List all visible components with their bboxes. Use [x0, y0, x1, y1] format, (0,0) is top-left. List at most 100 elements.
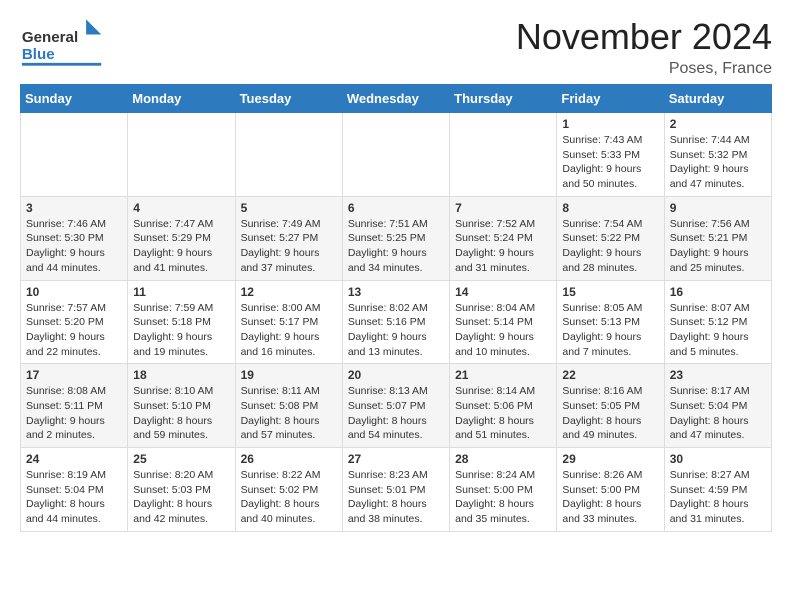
- day-number: 7: [455, 201, 551, 215]
- day-info: Sunrise: 7:44 AM Sunset: 5:32 PM Dayligh…: [670, 133, 766, 192]
- day-info: Sunrise: 8:27 AM Sunset: 4:59 PM Dayligh…: [670, 468, 766, 527]
- day-info: Sunrise: 8:23 AM Sunset: 5:01 PM Dayligh…: [348, 468, 444, 527]
- day-info: Sunrise: 7:57 AM Sunset: 5:20 PM Dayligh…: [26, 301, 122, 360]
- table-row: [128, 113, 235, 197]
- table-row: 8 Sunrise: 7:54 AM Sunset: 5:22 PM Daylig…: [557, 196, 664, 280]
- table-row: [450, 113, 557, 197]
- day-number: 16: [670, 285, 766, 299]
- day-number: 17: [26, 368, 122, 382]
- header-sunday: Sunday: [21, 85, 128, 113]
- table-row: 18Sunrise: 8:10 AM Sunset: 5:10 PM Dayli…: [128, 364, 235, 448]
- table-row: 24 Sunrise: 8:19 AM Sunset: 5:04 PM Dayli…: [21, 448, 128, 532]
- day-number: 23: [670, 368, 766, 382]
- day-number: 26: [241, 452, 337, 466]
- day-info: Sunrise: 8:13 AM Sunset: 5:07 PM Dayligh…: [348, 384, 444, 443]
- day-info: Sunrise: 8:20 AM Sunset: 5:03 PM Dayligh…: [133, 468, 229, 527]
- day-number: 25: [133, 452, 229, 466]
- day-info: Sunrise: 8:11 AM Sunset: 5:08 PM Dayligh…: [241, 384, 337, 443]
- table-row: 23 Sunrise: 8:17 AM Sunset: 5:04 PM Dayli…: [664, 364, 771, 448]
- calendar-header-row: Sunday Monday Tuesday Wednesday Thursday…: [21, 85, 772, 113]
- day-info: Sunrise: 8:05 AM Sunset: 5:13 PM Dayligh…: [562, 301, 658, 360]
- table-row: 22 Sunrise: 8:16 AM Sunset: 5:05 PM Dayli…: [557, 364, 664, 448]
- day-info: Sunrise: 7:43 AM Sunset: 5:33 PM Dayligh…: [562, 133, 658, 192]
- day-number: 13: [348, 285, 444, 299]
- day-info: Sunrise: 8:02 AM Sunset: 5:16 PM Dayligh…: [348, 301, 444, 360]
- day-number: 5: [241, 201, 337, 215]
- calendar-week-2: 10 Sunrise: 7:57 AM Sunset: 5:20 PM Dayli…: [21, 280, 772, 364]
- day-number: 18: [133, 368, 229, 382]
- day-number: 15: [562, 285, 658, 299]
- day-info: Sunrise: 8:19 AM Sunset: 5:04 PM Dayligh…: [26, 468, 122, 527]
- table-row: 15 Sunrise: 8:05 AM Sunset: 5:13 PM Dayli…: [557, 280, 664, 364]
- page: General Blue November 2024 Poses, France…: [0, 0, 792, 548]
- day-number: 20: [348, 368, 444, 382]
- day-info: Sunrise: 7:47 AM Sunset: 5:29 PM Dayligh…: [133, 217, 229, 276]
- day-info: Sunrise: 7:59 AM Sunset: 5:18 PM Dayligh…: [133, 301, 229, 360]
- day-info: Sunrise: 7:54 AM Sunset: 5:22 PM Dayligh…: [562, 217, 658, 276]
- header-monday: Monday: [128, 85, 235, 113]
- day-info: Sunrise: 8:26 AM Sunset: 5:00 PM Dayligh…: [562, 468, 658, 527]
- table-row: 1 Sunrise: 7:43 AM Sunset: 5:33 PM Daylig…: [557, 113, 664, 197]
- table-row: 12Sunrise: 8:00 AM Sunset: 5:17 PM Dayli…: [235, 280, 342, 364]
- logo-svg: General Blue: [20, 16, 105, 71]
- header-wednesday: Wednesday: [342, 85, 449, 113]
- day-info: Sunrise: 8:04 AM Sunset: 5:14 PM Dayligh…: [455, 301, 551, 360]
- title-block: November 2024 Poses, France: [516, 16, 772, 78]
- day-number: 2: [670, 117, 766, 131]
- table-row: 30Sunrise: 8:27 AM Sunset: 4:59 PM Dayli…: [664, 448, 771, 532]
- table-row: 27Sunrise: 8:23 AM Sunset: 5:01 PM Dayli…: [342, 448, 449, 532]
- day-number: 22: [562, 368, 658, 382]
- day-number: 3: [26, 201, 122, 215]
- table-row: 14 Sunrise: 8:04 AM Sunset: 5:14 PM Dayli…: [450, 280, 557, 364]
- table-row: 21Sunrise: 8:14 AM Sunset: 5:06 PM Dayli…: [450, 364, 557, 448]
- day-number: 10: [26, 285, 122, 299]
- svg-text:General: General: [22, 29, 78, 46]
- day-number: 6: [348, 201, 444, 215]
- day-info: Sunrise: 7:56 AM Sunset: 5:21 PM Dayligh…: [670, 217, 766, 276]
- day-info: Sunrise: 8:00 AM Sunset: 5:17 PM Dayligh…: [241, 301, 337, 360]
- day-info: Sunrise: 7:49 AM Sunset: 5:27 PM Dayligh…: [241, 217, 337, 276]
- table-row: 3 Sunrise: 7:46 AM Sunset: 5:30 PM Daylig…: [21, 196, 128, 280]
- table-row: 20 Sunrise: 8:13 AM Sunset: 5:07 PM Dayli…: [342, 364, 449, 448]
- table-row: 16 Sunrise: 8:07 AM Sunset: 5:12 PM Dayli…: [664, 280, 771, 364]
- day-info: Sunrise: 8:17 AM Sunset: 5:04 PM Dayligh…: [670, 384, 766, 443]
- day-info: Sunrise: 7:52 AM Sunset: 5:24 PM Dayligh…: [455, 217, 551, 276]
- calendar-week-3: 17 Sunrise: 8:08 AM Sunset: 5:11 PM Dayli…: [21, 364, 772, 448]
- table-row: 5 Sunrise: 7:49 AM Sunset: 5:27 PM Daylig…: [235, 196, 342, 280]
- table-row: 29Sunrise: 8:26 AM Sunset: 5:00 PM Dayli…: [557, 448, 664, 532]
- day-number: 24: [26, 452, 122, 466]
- table-row: 26 Sunrise: 8:22 AM Sunset: 5:02 PM Dayli…: [235, 448, 342, 532]
- table-row: [342, 113, 449, 197]
- day-number: 1: [562, 117, 658, 131]
- day-info: Sunrise: 7:46 AM Sunset: 5:30 PM Dayligh…: [26, 217, 122, 276]
- day-info: Sunrise: 8:16 AM Sunset: 5:05 PM Dayligh…: [562, 384, 658, 443]
- table-row: 7 Sunrise: 7:52 AM Sunset: 5:24 PM Daylig…: [450, 196, 557, 280]
- header-saturday: Saturday: [664, 85, 771, 113]
- day-info: Sunrise: 8:14 AM Sunset: 5:06 PM Dayligh…: [455, 384, 551, 443]
- calendar-week-1: 3 Sunrise: 7:46 AM Sunset: 5:30 PM Daylig…: [21, 196, 772, 280]
- day-number: 14: [455, 285, 551, 299]
- day-info: Sunrise: 8:24 AM Sunset: 5:00 PM Dayligh…: [455, 468, 551, 527]
- day-info: Sunrise: 8:07 AM Sunset: 5:12 PM Dayligh…: [670, 301, 766, 360]
- day-number: 9: [670, 201, 766, 215]
- table-row: 11Sunrise: 7:59 AM Sunset: 5:18 PM Dayli…: [128, 280, 235, 364]
- month-title: November 2024: [516, 16, 772, 58]
- table-row: 2 Sunrise: 7:44 AM Sunset: 5:32 PM Daylig…: [664, 113, 771, 197]
- table-row: 19Sunrise: 8:11 AM Sunset: 5:08 PM Dayli…: [235, 364, 342, 448]
- calendar-week-4: 24 Sunrise: 8:19 AM Sunset: 5:04 PM Dayli…: [21, 448, 772, 532]
- table-row: 28Sunrise: 8:24 AM Sunset: 5:00 PM Dayli…: [450, 448, 557, 532]
- table-row: [21, 113, 128, 197]
- header: General Blue November 2024 Poses, France: [20, 16, 772, 78]
- logo: General Blue: [20, 16, 105, 71]
- table-row: 6 Sunrise: 7:51 AM Sunset: 5:25 PM Daylig…: [342, 196, 449, 280]
- calendar-table: Sunday Monday Tuesday Wednesday Thursday…: [20, 84, 772, 532]
- table-row: 25 Sunrise: 8:20 AM Sunset: 5:03 PM Dayli…: [128, 448, 235, 532]
- table-row: [235, 113, 342, 197]
- table-row: 9 Sunrise: 7:56 AM Sunset: 5:21 PM Daylig…: [664, 196, 771, 280]
- location: Poses, France: [516, 60, 772, 78]
- header-thursday: Thursday: [450, 85, 557, 113]
- day-info: Sunrise: 7:51 AM Sunset: 5:25 PM Dayligh…: [348, 217, 444, 276]
- day-number: 8: [562, 201, 658, 215]
- day-info: Sunrise: 8:08 AM Sunset: 5:11 PM Dayligh…: [26, 384, 122, 443]
- day-info: Sunrise: 8:22 AM Sunset: 5:02 PM Dayligh…: [241, 468, 337, 527]
